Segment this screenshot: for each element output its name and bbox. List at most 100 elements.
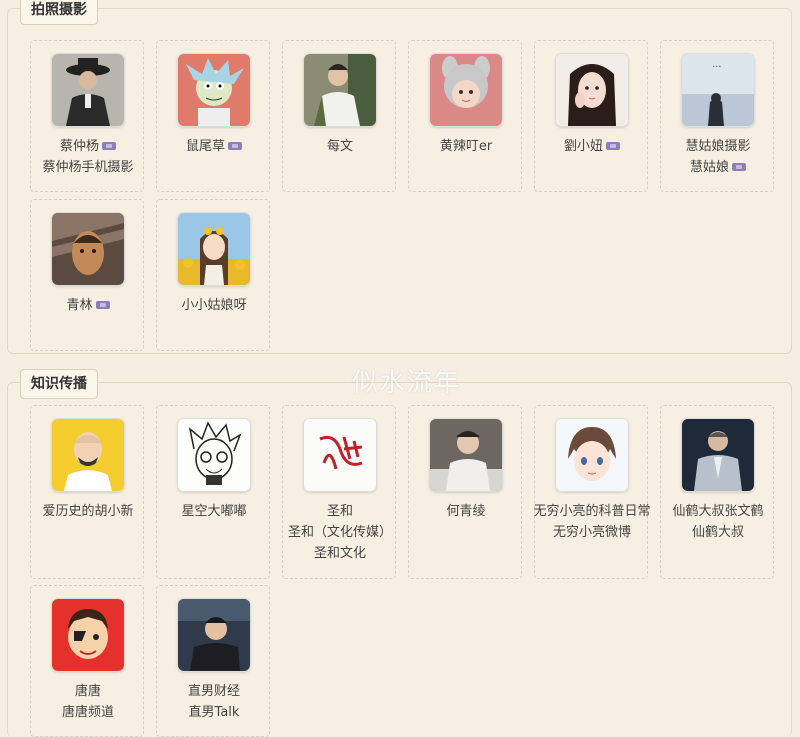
account-name[interactable]: 唐唐 (25, 682, 151, 702)
account-name[interactable]: 慧姑娘摄影 (655, 137, 781, 157)
account-name[interactable]: 蔡仲杨 (25, 137, 151, 157)
account-subname[interactable]: 蔡仲杨手机摄影 (25, 158, 151, 178)
account-name[interactable]: 无穷小亮的科普日常 (529, 502, 655, 522)
avatar[interactable] (556, 419, 628, 491)
red-seal-image (304, 419, 376, 491)
avatar[interactable] (52, 419, 124, 491)
sunflower-girl-image (178, 213, 250, 285)
account-card[interactable]: 小小姑娘呀 (156, 199, 270, 351)
account-subname-text: 慧姑娘 (689, 160, 729, 175)
account-name-text: 劉小妞 (563, 139, 603, 154)
anime-boy-image (556, 419, 628, 491)
account-subname-text: 蔡仲杨手机摄影 (42, 160, 134, 175)
account-card[interactable]: 唐唐 唐唐频道 (30, 585, 144, 737)
man-reading-image (430, 419, 502, 491)
svg-text:∙∙∙: ∙∙∙ (712, 64, 721, 70)
man-in-studio-image (178, 599, 250, 671)
avatar[interactable] (304, 54, 376, 126)
account-card[interactable]: 仙鹤大叔张文鹤 仙鹤大叔 (660, 405, 774, 579)
account-name-text: 慧姑娘摄影 (685, 139, 751, 154)
account-name[interactable]: 爱历史的胡小新 (25, 502, 151, 522)
account-name[interactable]: 青林 (25, 296, 151, 316)
man-in-hat-image (52, 54, 124, 126)
section-title: 知识传播 (20, 369, 98, 399)
account-extra-name[interactable]: 圣和文化 (277, 544, 403, 564)
account-name-text: 无穷小亮的科普日常 (533, 504, 651, 519)
avatar[interactable] (556, 54, 628, 126)
account-name[interactable]: 小小姑娘呀 (151, 296, 277, 316)
avatar[interactable] (304, 419, 376, 491)
account-card[interactable]: 劉小妞 (534, 40, 648, 192)
account-name-text: 每文 (326, 139, 353, 154)
shadow-face-image (52, 213, 124, 285)
account-name[interactable]: 仙鹤大叔张文鹤 (655, 502, 781, 522)
account-name[interactable]: 直男财经 (151, 682, 277, 702)
avatar[interactable] (52, 599, 124, 671)
avatar[interactable] (178, 419, 250, 491)
cartoon-scientist-image (178, 54, 250, 126)
account-card[interactable]: 蔡仲杨蔡仲杨手机摄影 (30, 40, 144, 192)
avatar[interactable] (178, 213, 250, 285)
girl-bunny-hat-image (430, 54, 502, 126)
bald-man-cartoon-image (52, 419, 124, 491)
camera-badge-icon (606, 141, 620, 150)
section-title: 拍照摄影 (20, 0, 98, 25)
account-name-text: 爱历史的胡小新 (42, 504, 134, 519)
man-in-suit-image (682, 419, 754, 491)
account-card[interactable]: 直男财经 直男Talk (156, 585, 270, 737)
avatar[interactable] (178, 54, 250, 126)
account-card[interactable]: 鼠尾草 (156, 40, 270, 192)
account-name[interactable]: 黄辣叮er (403, 137, 529, 157)
account-card[interactable]: 何青绫 (408, 405, 522, 579)
account-card[interactable]: 黄辣叮er (408, 40, 522, 192)
account-name-text: 青林 (66, 298, 93, 313)
account-name-text: 仙鹤大叔张文鹤 (672, 504, 764, 519)
account-name-text: 圣和 (326, 504, 353, 519)
account-name[interactable]: 每文 (277, 137, 403, 157)
account-card[interactable]: 爱历史的胡小新 (30, 405, 144, 579)
cartoon-boy-red-image (52, 599, 124, 671)
account-subname[interactable]: 无穷小亮微博 (529, 523, 655, 543)
camera-badge-icon (102, 141, 116, 150)
account-name[interactable]: 何青绫 (403, 502, 529, 522)
account-subname-text: 直男Talk (188, 705, 240, 720)
account-name[interactable]: 劉小妞 (529, 137, 655, 157)
account-card[interactable]: 青林 (30, 199, 144, 351)
account-name-text: 小小姑娘呀 (181, 298, 247, 313)
account-name-text: 何青绫 (446, 504, 486, 519)
account-card[interactable]: 星空大嘟嘟 (156, 405, 270, 579)
account-subname[interactable]: 仙鹤大叔 (655, 523, 781, 543)
account-name[interactable]: 圣和 (277, 502, 403, 522)
account-subname[interactable]: 慧姑娘 (655, 158, 781, 178)
account-card[interactable]: 无穷小亮的科普日常 无穷小亮微博 (533, 405, 651, 579)
account-subname-text: 圣和（文化传媒） (287, 525, 392, 540)
account-name[interactable]: 鼠尾草 (151, 137, 277, 157)
account-subname[interactable]: 圣和（文化传媒） (277, 523, 403, 543)
camera-badge-icon (95, 300, 110, 309)
girl-portrait-image (556, 54, 628, 126)
avatar[interactable] (52, 213, 124, 285)
avatar[interactable] (52, 54, 124, 126)
camera-badge-icon (228, 141, 242, 150)
account-subname-text: 唐唐频道 (61, 705, 114, 720)
man-outdoors-image (304, 54, 376, 126)
account-name-text: 星空大嘟嘟 (181, 504, 247, 519)
account-name-text: 蔡仲杨 (59, 139, 99, 154)
account-name-text: 唐唐 (74, 684, 101, 699)
account-subname-text: 仙鹤大叔 (691, 525, 744, 540)
account-subname-text: 无穷小亮微博 (552, 525, 631, 540)
account-subname[interactable]: 唐唐频道 (25, 703, 151, 723)
account-name-text: 鼠尾草 (185, 139, 225, 154)
account-subname[interactable]: 直男Talk (151, 703, 277, 723)
avatar[interactable] (682, 419, 754, 491)
camera-badge-icon (732, 162, 746, 171)
avatar[interactable]: ∙∙∙ (682, 54, 754, 126)
account-card[interactable]: 每文 (282, 40, 396, 192)
account-card[interactable]: ∙∙∙ 慧姑娘摄影慧姑娘 (660, 40, 774, 192)
watermark-text: 似水流年 (352, 368, 461, 398)
avatar[interactable] (430, 419, 502, 491)
avatar[interactable] (178, 599, 250, 671)
account-card[interactable]: 圣和 圣和（文化传媒） 圣和文化 (282, 405, 396, 579)
account-name[interactable]: 星空大嘟嘟 (151, 502, 277, 522)
avatar[interactable] (430, 54, 502, 126)
